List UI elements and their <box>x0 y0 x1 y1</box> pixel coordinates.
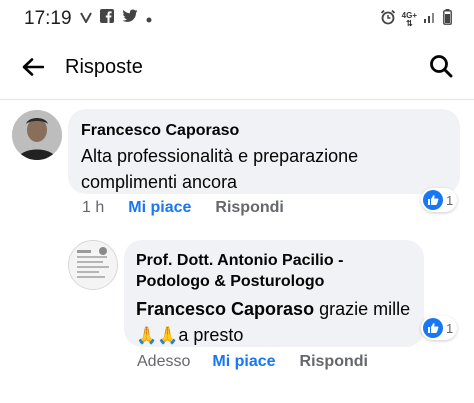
comment-bubble: Francesco Caporaso Alta professionalità … <box>68 109 460 194</box>
avatar[interactable] <box>12 110 62 160</box>
facebook-icon <box>100 9 114 28</box>
4g-network-icon: 4G+ ⇅ <box>402 11 417 28</box>
status-time: 17:19 <box>24 8 72 29</box>
app-header: Risposte <box>0 40 474 98</box>
status-right-icons: 4G+ ⇅ <box>380 9 452 30</box>
reply-text-part: grazie mille <box>314 299 411 319</box>
like-icon <box>423 318 443 338</box>
comment-author[interactable]: Francesco Caporaso <box>81 120 446 141</box>
comment-time: 1 h <box>82 199 105 216</box>
notification-dot-icon <box>146 10 152 28</box>
status-bar: 17:19 4G+ ⇅ <box>0 0 474 36</box>
mention-link[interactable]: Francesco Caporaso <box>136 299 314 319</box>
comment-text: Alta professionalità e preparazione comp… <box>81 146 359 192</box>
reply-button[interactable]: Rispondi <box>300 353 368 371</box>
like-icon <box>423 190 443 210</box>
page-title: Risposte <box>65 56 143 78</box>
pray-emoji-icon: 🙏🙏 <box>136 326 179 345</box>
network-arrows-label: ⇅ <box>405 18 413 28</box>
search-button[interactable] <box>424 51 458 85</box>
reply-text: Francesco Caporaso grazie mille 🙏🙏a prest… <box>136 296 412 349</box>
reaction-summary[interactable]: 1 <box>421 316 458 340</box>
signal-icon <box>423 10 437 29</box>
avatar[interactable] <box>68 240 118 290</box>
search-icon <box>429 54 453 83</box>
twitter-icon <box>122 9 138 28</box>
reaction-summary[interactable]: 1 <box>421 188 458 212</box>
reply-author[interactable]: Prof. Dott. Antonio Pacilio - Podologo &… <box>136 250 412 292</box>
reaction-count: 1 <box>446 192 454 208</box>
reaction-count: 1 <box>446 320 454 336</box>
comment-actions: 1 h Mi piace Rispondi <box>82 199 284 217</box>
battery-icon <box>443 9 452 30</box>
like-button[interactable]: Mi piace <box>128 199 191 217</box>
arrow-left-icon <box>22 57 45 81</box>
alarm-icon <box>380 9 396 30</box>
v-app-icon <box>80 10 92 28</box>
status-left-icons <box>80 9 152 28</box>
like-button[interactable]: Mi piace <box>212 353 275 371</box>
reply-bubble: Prof. Dott. Antonio Pacilio - Podologo &… <box>124 240 424 347</box>
reply-button[interactable]: Rispondi <box>215 199 283 217</box>
back-button[interactable] <box>16 52 50 86</box>
reply-text-end: a presto <box>178 325 244 345</box>
header-divider <box>0 99 474 100</box>
reply-actions: Adesso Mi piace Rispondi <box>137 353 368 371</box>
reply-time: Adesso <box>137 353 191 370</box>
